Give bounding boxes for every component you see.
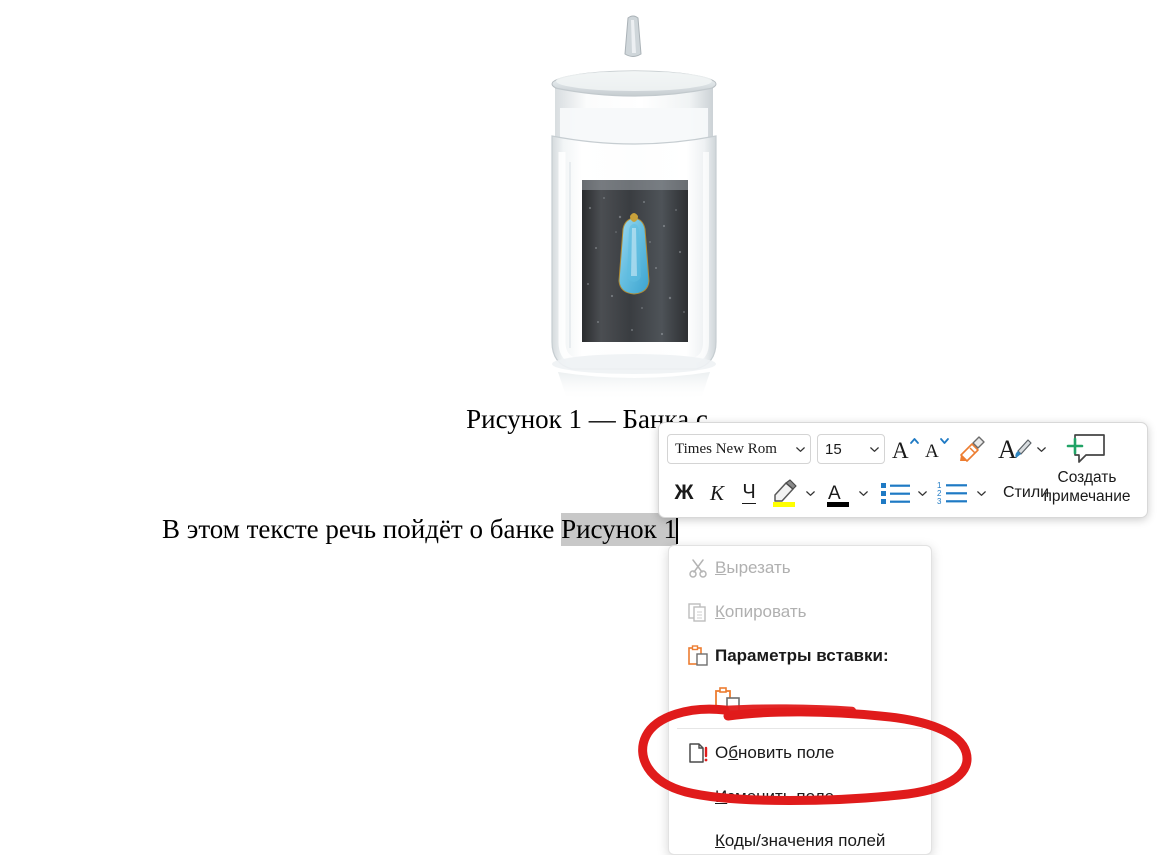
italic-label: К [710,480,724,505]
shrink-font-button[interactable]: A [923,432,953,466]
grow-font-button[interactable]: A [891,432,921,466]
bullets-button[interactable] [879,476,913,510]
paragraph-prefix-text: В этом текстe речь пойдёт о банке [162,514,562,544]
svg-text:A: A [998,435,1017,464]
font-size-dropdown[interactable]: 15 [817,434,885,464]
keep-source-formatting-icon[interactable] [713,685,743,720]
font-size-value: 15 [825,440,842,458]
figure-image[interactable] [524,12,746,397]
copy-icon [681,601,715,623]
bold-button[interactable]: Ж [668,476,700,510]
bullets-dropdown-arrow[interactable] [914,476,930,510]
menu-item-cut[interactable]: Вырезать [669,546,931,590]
text-effects-icon: A [998,435,1032,464]
font-color-dropdown-arrow[interactable] [855,476,871,510]
menu-item-cut-label: Вырезать [715,558,791,577]
new-comment-button[interactable]: Создать примечание [1033,428,1141,512]
numbered-list-icon: 1 2 3 [937,481,967,506]
bullet-list-icon [881,483,910,504]
new-comment-icon [1066,434,1105,463]
highlighter-icon [773,479,797,507]
font-name-value: Times New Rom [675,440,777,457]
menu-item-update-field-label: Обновить поле [715,743,835,762]
underline-label: Ч [742,481,756,504]
text-caret [676,514,679,544]
menu-item-edit-field-label: Изменить поле... [715,787,849,806]
menu-item-field-codes-label: Коды/значения полей [715,831,886,850]
text-effects-button[interactable]: A [998,432,1032,466]
font-name-dropdown[interactable]: Times New Rom [667,434,811,464]
shrink-font-icon: A [925,438,949,462]
menu-separator [677,728,923,729]
menu-item-paste-options-label: Параметры вставки: [715,646,889,665]
font-color-icon: A [827,483,849,507]
scissors-icon [681,557,715,579]
menu-item-copy[interactable]: Копировать [669,590,931,634]
svg-text:A: A [925,441,939,462]
format-painter-icon [960,436,985,462]
chevron-down-icon [795,444,806,455]
paste-options-row [669,678,931,726]
context-menu[interactable]: Вырезать Копировать Параметры вставки: О… [668,545,932,855]
grow-font-icon: A [892,438,919,463]
italic-button[interactable]: К [702,476,732,510]
highlight-color-dropdown-arrow[interactable] [802,476,818,510]
mini-floating-toolbar[interactable]: Times New Rom 15 A A A Ж К Ч A 1 2 3 Сти… [658,422,1148,518]
underline-button[interactable]: Ч [734,476,764,510]
menu-item-field-codes[interactable]: Коды/значения полей [669,819,931,854]
svg-text:A: A [892,438,909,463]
new-comment-label: Создать примечание [1043,469,1131,505]
format-painter-button[interactable] [957,432,987,466]
menu-item-update-field[interactable]: Обновить поле [669,731,931,775]
numbering-dropdown-arrow[interactable] [973,476,989,510]
text-highlight-color-button[interactable] [769,476,801,510]
field-code-reference[interactable]: Рисунок 1 [561,513,678,546]
chevron-down-icon [869,444,880,455]
menu-item-copy-label: Копировать [715,602,807,621]
menu-item-edit-field[interactable]: Изменить поле... [669,775,931,819]
svg-text:A: A [828,483,841,504]
menu-item-paste-options-header: Параметры вставки: [669,634,931,678]
font-color-button[interactable]: A [824,476,854,510]
svg-text:3: 3 [937,497,942,506]
paste-options-icon [681,645,715,667]
bold-label: Ж [674,481,694,504]
update-field-icon [681,742,715,764]
numbering-button[interactable]: 1 2 3 [936,476,972,510]
body-paragraph[interactable]: В этом текстe речь пойдёт о банке Рисуно… [162,513,679,546]
